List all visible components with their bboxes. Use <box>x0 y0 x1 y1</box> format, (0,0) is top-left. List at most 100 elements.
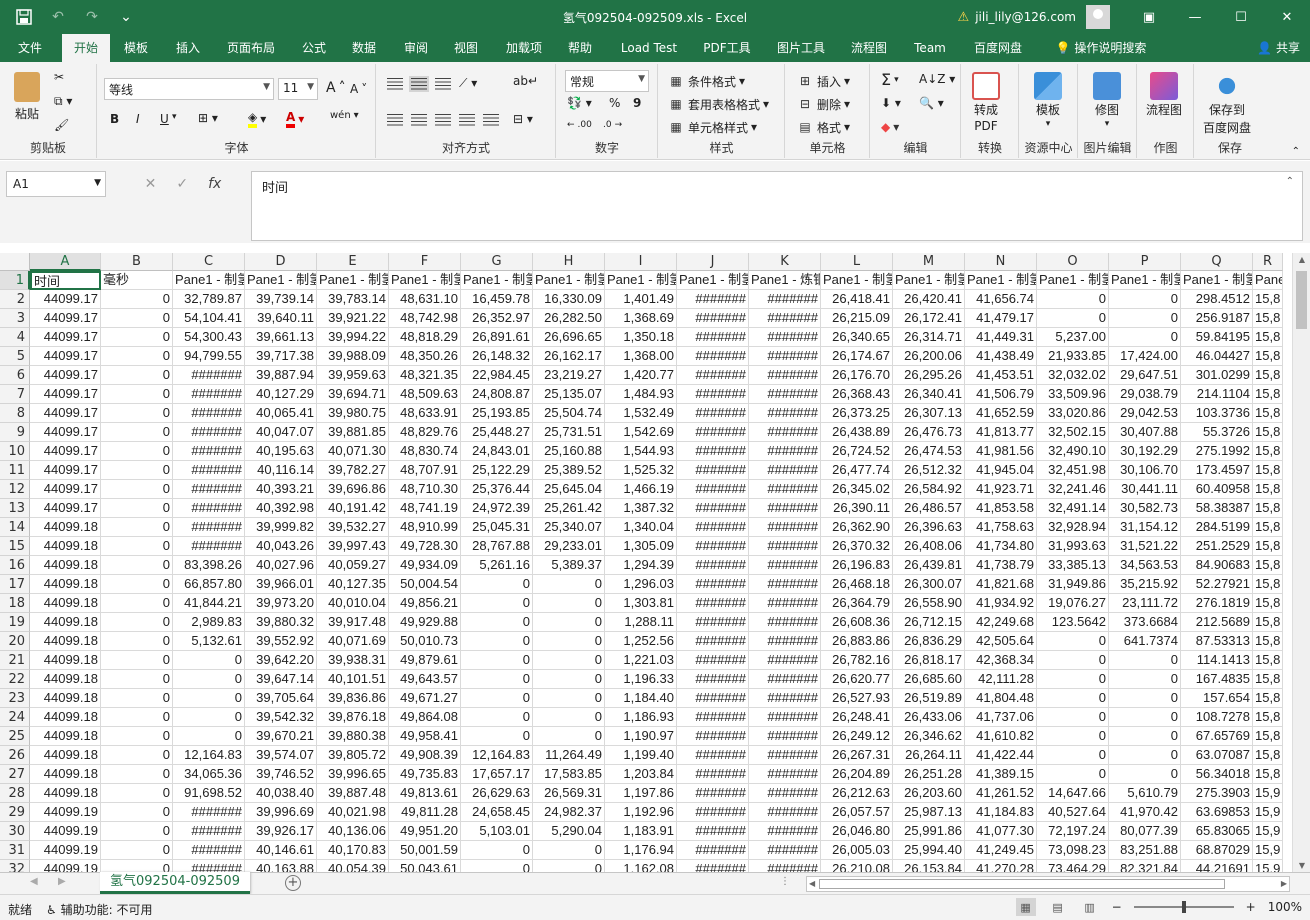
data-cell[interactable]: 49,671.27 <box>389 689 461 708</box>
data-cell[interactable]: 0 <box>461 689 533 708</box>
data-cell[interactable]: 40,170.83 <box>317 841 389 860</box>
data-cell[interactable]: 49,934.09 <box>389 556 461 575</box>
data-cell[interactable]: 0 <box>101 613 173 632</box>
retouch-button[interactable]: 修图 ▾ <box>1093 72 1121 129</box>
data-cell[interactable]: 32,451.98 <box>1037 461 1109 480</box>
data-cell[interactable]: 0 <box>101 328 173 347</box>
data-cell[interactable]: 40,136.06 <box>317 822 389 841</box>
data-cell[interactable]: 26,370.32 <box>821 537 893 556</box>
data-cell[interactable]: 12,164.83 <box>461 746 533 765</box>
data-cell[interactable]: 0 <box>461 860 533 872</box>
data-cell[interactable]: 34,563.53 <box>1109 556 1181 575</box>
data-cell[interactable]: 41,656.74 <box>965 290 1037 309</box>
data-cell[interactable]: 40,065.41 <box>245 404 317 423</box>
data-cell[interactable]: 0 <box>101 461 173 480</box>
data-cell[interactable]: 39,996.69 <box>245 803 317 822</box>
data-cell[interactable]: 59.84195 <box>1181 328 1253 347</box>
data-cell[interactable]: 48,742.98 <box>389 309 461 328</box>
data-cell[interactable]: 15,8 <box>1253 556 1283 575</box>
format-painter-icon[interactable]: 🖌 <box>54 118 69 132</box>
header-cell[interactable]: Pane1 - 制氢 <box>461 271 533 290</box>
data-cell[interactable]: ####### <box>677 385 749 404</box>
data-cell[interactable]: 0 <box>533 594 605 613</box>
font-color-icon[interactable]: A ▾ <box>286 110 304 128</box>
zoom-slider[interactable] <box>1133 901 1234 913</box>
data-cell[interactable]: 26,264.11 <box>893 746 965 765</box>
merge-center-icon[interactable]: ⊟ ▾ <box>513 112 533 126</box>
row-header[interactable]: 31 <box>0 841 30 860</box>
data-cell[interactable]: 39,694.71 <box>317 385 389 404</box>
data-cell[interactable]: 373.6684 <box>1109 613 1181 632</box>
data-cell[interactable]: ####### <box>173 518 245 537</box>
zoom-level[interactable]: 100% <box>1268 900 1302 914</box>
data-cell[interactable]: 39,921.22 <box>317 309 389 328</box>
data-cell[interactable]: ####### <box>677 860 749 872</box>
data-cell[interactable]: 44099.17 <box>30 423 101 442</box>
data-cell[interactable]: 0 <box>1037 290 1109 309</box>
data-cell[interactable]: 26,300.07 <box>893 575 965 594</box>
data-cell[interactable]: 26,215.09 <box>821 309 893 328</box>
formula-input[interactable]: 时间 ⌃ <box>251 171 1303 241</box>
clear-icon[interactable]: ◆ ▾ <box>881 120 899 134</box>
scroll-up-icon[interactable]: ▲ <box>1293 255 1310 264</box>
data-cell[interactable]: 15,9 <box>1253 860 1283 872</box>
header-cell[interactable]: 时间 <box>30 271 101 290</box>
data-cell[interactable]: 44099.17 <box>30 366 101 385</box>
data-cell[interactable]: 26,696.65 <box>533 328 605 347</box>
data-cell[interactable]: 40,116.14 <box>245 461 317 480</box>
data-cell[interactable]: 39,696.86 <box>317 480 389 499</box>
italic-button[interactable]: I <box>136 112 140 126</box>
data-cell[interactable]: 44099.18 <box>30 575 101 594</box>
data-cell[interactable]: 39,705.64 <box>245 689 317 708</box>
data-cell[interactable]: 21,933.85 <box>1037 347 1109 366</box>
data-cell[interactable]: 1,544.93 <box>605 442 677 461</box>
row-header[interactable]: 32 <box>0 860 30 872</box>
data-cell[interactable]: 26,474.53 <box>893 442 965 461</box>
header-cell[interactable]: Pane1 - 炼钢 <box>749 271 821 290</box>
header-cell[interactable]: Pane1 - 制氢 <box>677 271 749 290</box>
scroll-left-icon[interactable]: ◀ <box>809 877 815 891</box>
align-bottom-icon[interactable] <box>435 78 451 90</box>
data-cell[interactable]: ####### <box>749 309 821 328</box>
data-cell[interactable]: 26,836.29 <box>893 632 965 651</box>
data-cell[interactable]: 26,005.03 <box>821 841 893 860</box>
data-cell[interactable]: 41,758.63 <box>965 518 1037 537</box>
data-cell[interactable]: 0 <box>101 860 173 872</box>
data-cell[interactable]: 39,739.14 <box>245 290 317 309</box>
data-cell[interactable]: 41,261.52 <box>965 784 1037 803</box>
data-cell[interactable]: 0 <box>461 651 533 670</box>
data-cell[interactable]: ####### <box>677 328 749 347</box>
header-cell[interactable]: Pane1 - 制氢 <box>389 271 461 290</box>
data-cell[interactable]: ####### <box>749 461 821 480</box>
data-cell[interactable]: ####### <box>749 803 821 822</box>
data-cell[interactable]: 26,685.60 <box>893 670 965 689</box>
data-cell[interactable]: 1,288.11 <box>605 613 677 632</box>
data-cell[interactable]: 39,999.82 <box>245 518 317 537</box>
data-cell[interactable]: 49,856.21 <box>389 594 461 613</box>
data-cell[interactable]: 25,160.88 <box>533 442 605 461</box>
data-cell[interactable]: 44099.17 <box>30 290 101 309</box>
row-header[interactable]: 29 <box>0 803 30 822</box>
orientation-icon[interactable]: ⟋ ▾ <box>459 76 477 91</box>
header-cell[interactable]: 毫秒 <box>101 271 173 290</box>
data-cell[interactable]: 26,433.06 <box>893 708 965 727</box>
data-cell[interactable]: 49,951.20 <box>389 822 461 841</box>
header-cell[interactable]: Pane1 - 制氢 <box>1109 271 1181 290</box>
data-cell[interactable]: 40,195.63 <box>245 442 317 461</box>
data-cell[interactable]: 0 <box>101 689 173 708</box>
data-cell[interactable]: 39,988.09 <box>317 347 389 366</box>
data-cell[interactable]: 0 <box>461 841 533 860</box>
data-cell[interactable]: 26,519.89 <box>893 689 965 708</box>
data-cell[interactable]: 26,200.06 <box>893 347 965 366</box>
data-cell[interactable]: 1,340.04 <box>605 518 677 537</box>
data-cell[interactable]: ####### <box>749 290 821 309</box>
column-header[interactable]: J <box>677 253 749 271</box>
user-account[interactable]: jili_lily@126.com <box>975 10 1076 24</box>
bold-button[interactable]: B <box>110 112 119 126</box>
data-cell[interactable]: 41,479.17 <box>965 309 1037 328</box>
header-cell[interactable]: Pane1 - 制氢 <box>1253 271 1283 290</box>
next-sheet-icon[interactable]: ▶ <box>58 876 66 887</box>
data-cell[interactable]: 50,043.61 <box>389 860 461 872</box>
data-cell[interactable]: 0 <box>1037 746 1109 765</box>
data-cell[interactable]: 26,307.13 <box>893 404 965 423</box>
